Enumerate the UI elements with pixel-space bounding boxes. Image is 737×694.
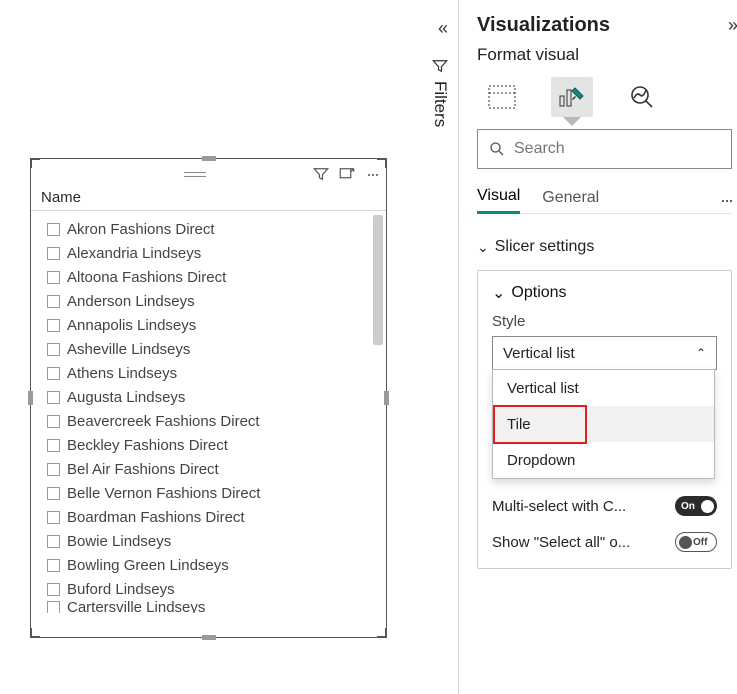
tab-more-icon[interactable]: ··· (720, 190, 732, 211)
more-options-icon[interactable]: ··· (364, 170, 380, 178)
style-option-dropdown[interactable]: Dropdown (493, 442, 714, 478)
list-item[interactable]: Bel Air Fashions Direct (47, 457, 380, 481)
list-item[interactable]: Bowie Lindseys (47, 529, 380, 553)
select-all-label: Show "Select all" o... (492, 534, 630, 551)
collapse-pane-icon[interactable]: « (438, 18, 442, 39)
chevron-up-icon: ⌃ (696, 346, 706, 360)
list-item[interactable]: Alexandria Lindseys (47, 241, 380, 265)
focus-mode-icon[interactable] (338, 165, 356, 183)
slicer-visual[interactable]: ··· Name Akron Fashions Direct Alexandri… (30, 158, 387, 638)
tab-general[interactable]: General (542, 189, 599, 213)
multiselect-toggle[interactable]: On (675, 496, 717, 516)
list-item[interactable]: Altoona Fashions Direct (47, 265, 380, 289)
chevron-down-icon: ⌄ (492, 283, 505, 303)
slicer-list[interactable]: Akron Fashions Direct Alexandria Lindsey… (31, 211, 386, 621)
style-label: Style (492, 313, 717, 330)
panel-title: Visualizations (477, 14, 610, 37)
list-item[interactable]: Annapolis Lindseys (47, 313, 380, 337)
slicer-settings-section[interactable]: ⌄ Slicer settings (477, 238, 732, 256)
resize-handle[interactable] (202, 156, 216, 161)
analytics-tab-icon[interactable] (621, 77, 663, 117)
list-item[interactable]: Augusta Lindseys (47, 385, 380, 409)
list-item[interactable]: Beavercreek Fashions Direct (47, 409, 380, 433)
build-visual-tab-icon[interactable] (481, 77, 523, 117)
filters-pane-toggle[interactable]: Filters (430, 57, 450, 127)
list-item[interactable]: Boardman Fashions Direct (47, 505, 380, 529)
tab-visual[interactable]: Visual (477, 187, 520, 214)
list-item[interactable]: Buford Lindseys (47, 577, 380, 601)
search-field[interactable] (514, 140, 721, 158)
select-all-toggle[interactable]: Off (675, 532, 717, 552)
style-dropdown: Vertical list Tile Dropdown (492, 369, 715, 479)
drag-grip-icon[interactable] (85, 172, 304, 177)
style-option-vertical-list[interactable]: Vertical list (493, 370, 714, 406)
list-item[interactable]: Belle Vernon Fashions Direct (47, 481, 380, 505)
options-section[interactable]: ⌄ Options (492, 283, 717, 303)
expand-pane-icon[interactable]: » (728, 15, 732, 36)
list-item[interactable]: Asheville Lindseys (47, 337, 380, 361)
filter-icon (431, 57, 449, 75)
format-visual-tab-icon[interactable] (551, 77, 593, 117)
search-icon (488, 140, 506, 158)
scrollbar[interactable] (373, 215, 383, 345)
style-option-tile[interactable]: Tile (493, 406, 714, 442)
list-item[interactable]: Bowling Green Lindseys (47, 553, 380, 577)
multiselect-label: Multi-select with C... (492, 498, 626, 515)
list-item[interactable]: Beckley Fashions Direct (47, 433, 380, 457)
list-item[interactable]: Akron Fashions Direct (47, 217, 380, 241)
panel-subtitle: Format visual (477, 45, 732, 65)
resize-handle[interactable] (202, 635, 216, 640)
filter-icon[interactable] (312, 165, 330, 183)
search-input[interactable] (477, 129, 732, 169)
list-item[interactable]: Anderson Lindseys (47, 289, 380, 313)
list-item[interactable]: Cartersville Lindseys (47, 601, 380, 613)
list-item[interactable]: Athens Lindseys (47, 361, 380, 385)
style-select[interactable]: Vertical list ⌃ (492, 336, 717, 370)
slicer-field-title: Name (31, 189, 386, 211)
chevron-down-icon: ⌄ (477, 239, 489, 256)
